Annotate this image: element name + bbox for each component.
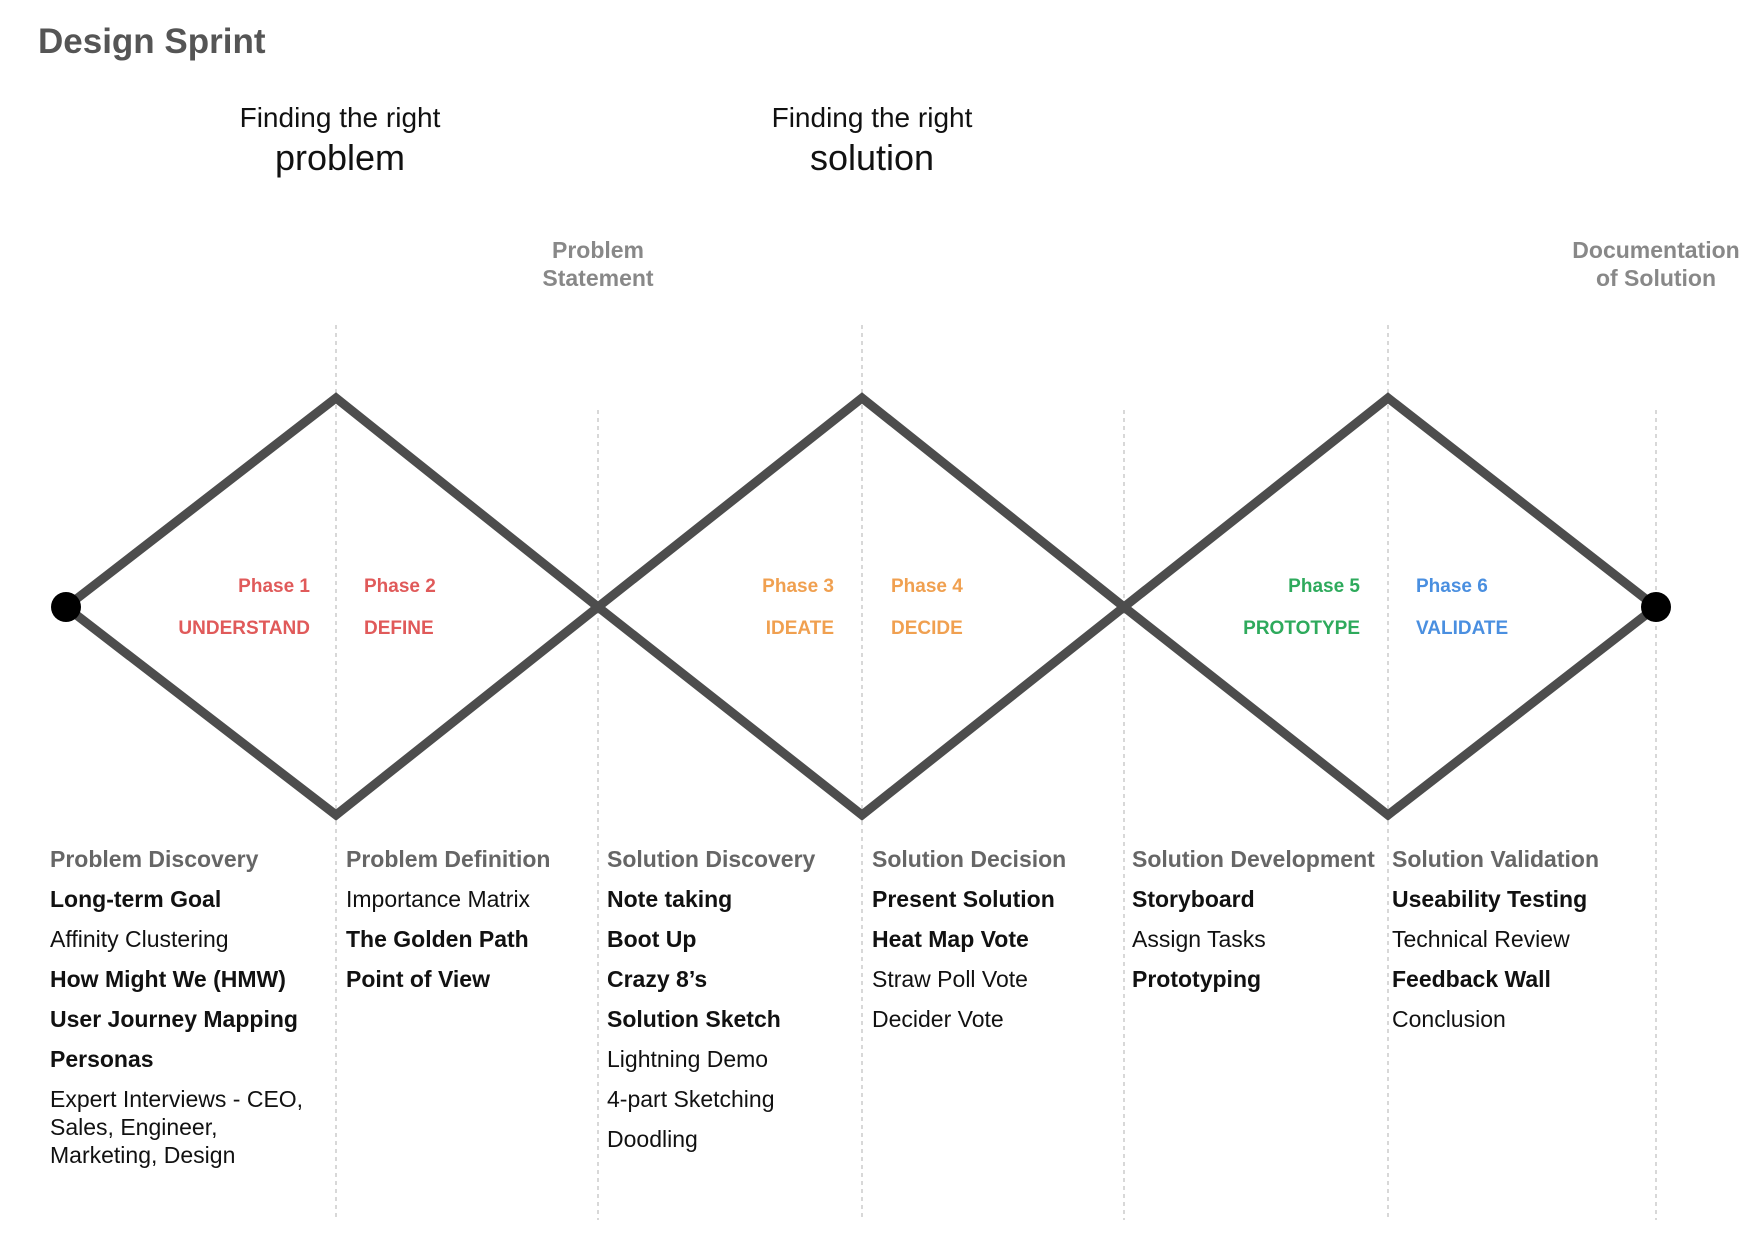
phase-4: Phase 4 DECIDE (891, 576, 1051, 640)
list-item: Note taking (607, 886, 733, 912)
phase-2: Phase 2 DEFINE (364, 576, 524, 640)
phase-3-name: IDEATE (765, 618, 834, 639)
phase-6-label: Phase 6 (1416, 576, 1488, 597)
phase-2-label: Phase 2 (364, 576, 436, 597)
list-item: Boot Up (607, 926, 697, 952)
phase-1-name: UNDERSTAND (178, 618, 310, 639)
list-item: Assign Tasks (1132, 926, 1266, 952)
list-item: Feedback Wall (1392, 966, 1551, 992)
phase-1-label: Phase 1 (238, 576, 310, 597)
list-item: Straw Poll Vote (872, 966, 1028, 992)
column-solution-validation: Solution Validation Useability Testing T… (1392, 845, 1662, 1045)
list-item: Decider Vote (872, 1006, 1004, 1032)
heading-problem-line2: problem (274, 137, 406, 178)
page-title: Design Sprint (38, 22, 266, 61)
phase-4-name: DECIDE (891, 618, 963, 639)
phase-1: Phase 1 UNDERSTAND (150, 576, 310, 640)
column-title: Solution Decision (872, 846, 1067, 872)
list-item: Crazy 8’s (607, 966, 708, 992)
list-item: Personas (50, 1046, 154, 1072)
milestone-documentation-line2: of Solution (1595, 265, 1717, 291)
list-item: The Golden Path (346, 926, 529, 952)
heading-problem-line1: Finding the right (239, 102, 441, 133)
column-solution-decision: Solution Decision Present Solution Heat … (872, 845, 1142, 1045)
start-dot (51, 592, 81, 622)
column-title: Problem Definition (346, 846, 551, 872)
column-solution-discovery: Solution Discovery Note taking Boot Up C… (607, 845, 877, 1165)
list-item: Solution Sketch (607, 1006, 781, 1032)
list-item: Storyboard (1132, 886, 1255, 912)
column-title: Solution Validation (1392, 846, 1599, 872)
milestone-documentation: Documentation of Solution (1551, 236, 1761, 292)
guide-lines (335, 325, 1657, 1220)
heading-solution: Finding the right solution (722, 100, 1022, 180)
column-problem-definition: Problem Definition Importance Matrix The… (346, 845, 616, 1005)
list-item: Conclusion (1392, 1006, 1506, 1032)
list-item: Heat Map Vote (872, 926, 1029, 952)
list-item: Doodling (607, 1126, 698, 1152)
phase-5-label: Phase 5 (1288, 576, 1360, 597)
heading-solution-line2: solution (809, 137, 935, 178)
phase-5-name: PROTOTYPE (1243, 618, 1360, 639)
phase-5: Phase 5 PROTOTYPE (1200, 576, 1360, 640)
column-title: Problem Discovery (50, 846, 259, 872)
phase-3: Phase 3 IDEATE (674, 576, 834, 640)
list-item: How Might We (HMW) (50, 966, 286, 992)
column-problem-discovery: Problem Discovery Long-term Goal Affinit… (50, 845, 320, 1181)
list-item: Long-term Goal (50, 886, 222, 912)
column-solution-development: Solution Development Storyboard Assign T… (1132, 845, 1402, 1005)
phase-6-name: VALIDATE (1416, 618, 1509, 639)
list-item: Technical Review (1392, 926, 1570, 952)
milestone-problem-statement-line1: Problem (551, 237, 645, 263)
list-item: Affinity Clustering (50, 926, 229, 952)
milestone-documentation-line1: Documentation (1572, 237, 1740, 263)
milestone-problem-statement-line2: Statement (542, 265, 654, 291)
list-item: 4-part Sketching (607, 1086, 775, 1112)
phase-3-label: Phase 3 (762, 576, 834, 597)
milestone-problem-statement: Problem Statement (498, 236, 698, 292)
list-item: Present Solution (872, 886, 1055, 912)
list-item: Point of View (346, 966, 490, 992)
column-title: Solution Development (1132, 846, 1375, 872)
end-dot (1641, 592, 1671, 622)
phase-4-label: Phase 4 (891, 576, 963, 597)
heading-solution-line1: Finding the right (771, 102, 973, 133)
phase-6: Phase 6 VALIDATE (1416, 576, 1576, 640)
list-item: Useability Testing (1392, 886, 1588, 912)
list-item: Expert Interviews - CEO, Sales, Engineer… (50, 1086, 304, 1168)
list-item: Lightning Demo (607, 1046, 769, 1072)
phase-2-name: DEFINE (364, 618, 434, 639)
list-item: Importance Matrix (346, 886, 531, 912)
list-item: User Journey Mapping (50, 1006, 298, 1032)
column-title: Solution Discovery (607, 846, 816, 872)
heading-problem: Finding the right problem (190, 100, 490, 180)
list-item: Prototyping (1132, 966, 1262, 992)
